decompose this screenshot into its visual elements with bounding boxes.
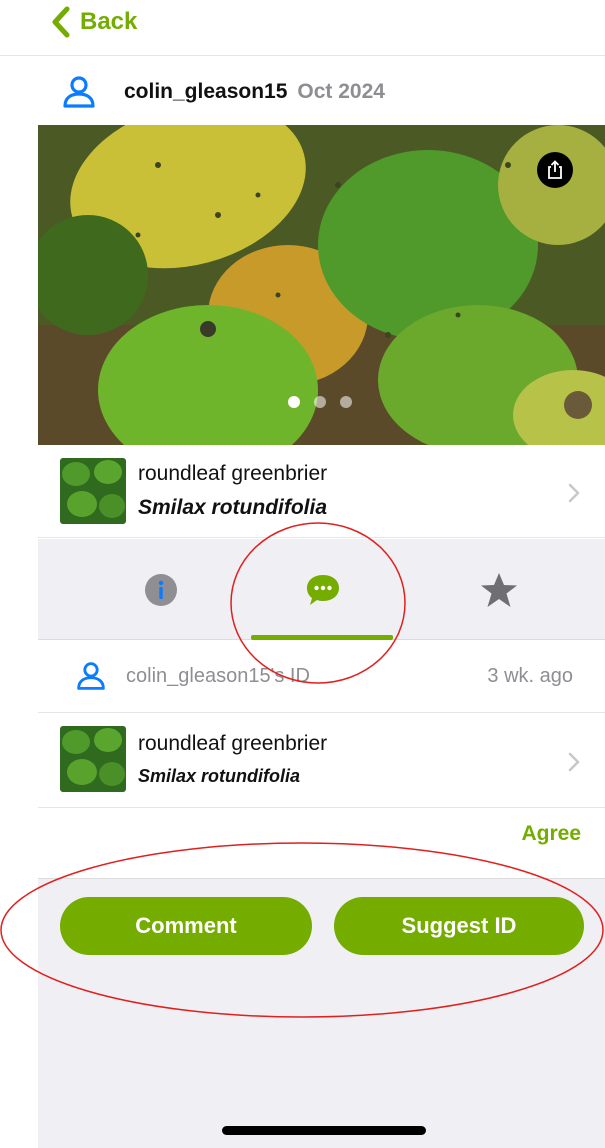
- tab-info[interactable]: [86, 539, 236, 640]
- home-indicator: [222, 1126, 426, 1135]
- comment-button[interactable]: Comment: [60, 897, 312, 955]
- identification-taxon-row[interactable]: roundleaf greenbrier Smilax rotundifolia: [38, 714, 605, 808]
- share-icon: [548, 160, 562, 179]
- info-icon: [145, 573, 177, 606]
- identification-header: colin_gleason15's ID 3 wk. ago: [38, 641, 605, 713]
- photo-dot[interactable]: [340, 396, 352, 408]
- photo-dot[interactable]: [288, 396, 300, 408]
- observer-username[interactable]: colin_gleason15: [124, 80, 287, 104]
- active-tab-indicator: [251, 635, 393, 640]
- observer-row[interactable]: colin_gleason15 Oct 2024: [38, 60, 605, 124]
- taxon-common-name: roundleaf greenbrier: [138, 462, 328, 485]
- chevron-left-icon: [52, 6, 70, 38]
- chevron-right-icon: [568, 752, 580, 772]
- tab-activity[interactable]: [248, 539, 398, 640]
- back-button[interactable]: Back: [50, 6, 137, 38]
- nav-bar: Back: [0, 0, 605, 56]
- taxon-thumbnail: [60, 458, 126, 524]
- user-icon: [77, 662, 105, 690]
- chevron-right-icon: [568, 483, 580, 503]
- share-button[interactable]: [537, 152, 573, 188]
- observation-date: Oct 2024: [297, 80, 385, 103]
- photo-pagination[interactable]: [288, 396, 352, 408]
- identification-time: 3 wk. ago: [487, 665, 573, 687]
- identifier-label[interactable]: colin_gleason15's ID: [126, 665, 310, 688]
- identification-common-name: roundleaf greenbrier: [138, 732, 328, 755]
- taxon-row[interactable]: roundleaf greenbrier Smilax rotundifolia: [38, 446, 605, 538]
- tab-bar: [38, 539, 605, 640]
- photo-dot[interactable]: [314, 396, 326, 408]
- taxon-thumbnail: [60, 726, 126, 792]
- action-panel: Comment Suggest ID: [38, 878, 605, 1148]
- star-icon: [481, 572, 517, 607]
- suggest-id-button[interactable]: Suggest ID: [334, 897, 584, 955]
- taxon-scientific-name: Smilax rotundifolia: [138, 496, 328, 519]
- agree-button[interactable]: Agree: [521, 822, 581, 846]
- agree-row: Agree: [38, 808, 605, 878]
- identification-scientific-name: Smilax rotundifolia: [138, 766, 301, 786]
- chat-bubble-icon: [307, 574, 339, 605]
- tab-favorites[interactable]: [424, 539, 574, 640]
- user-icon: [63, 76, 95, 108]
- back-label: Back: [80, 8, 138, 35]
